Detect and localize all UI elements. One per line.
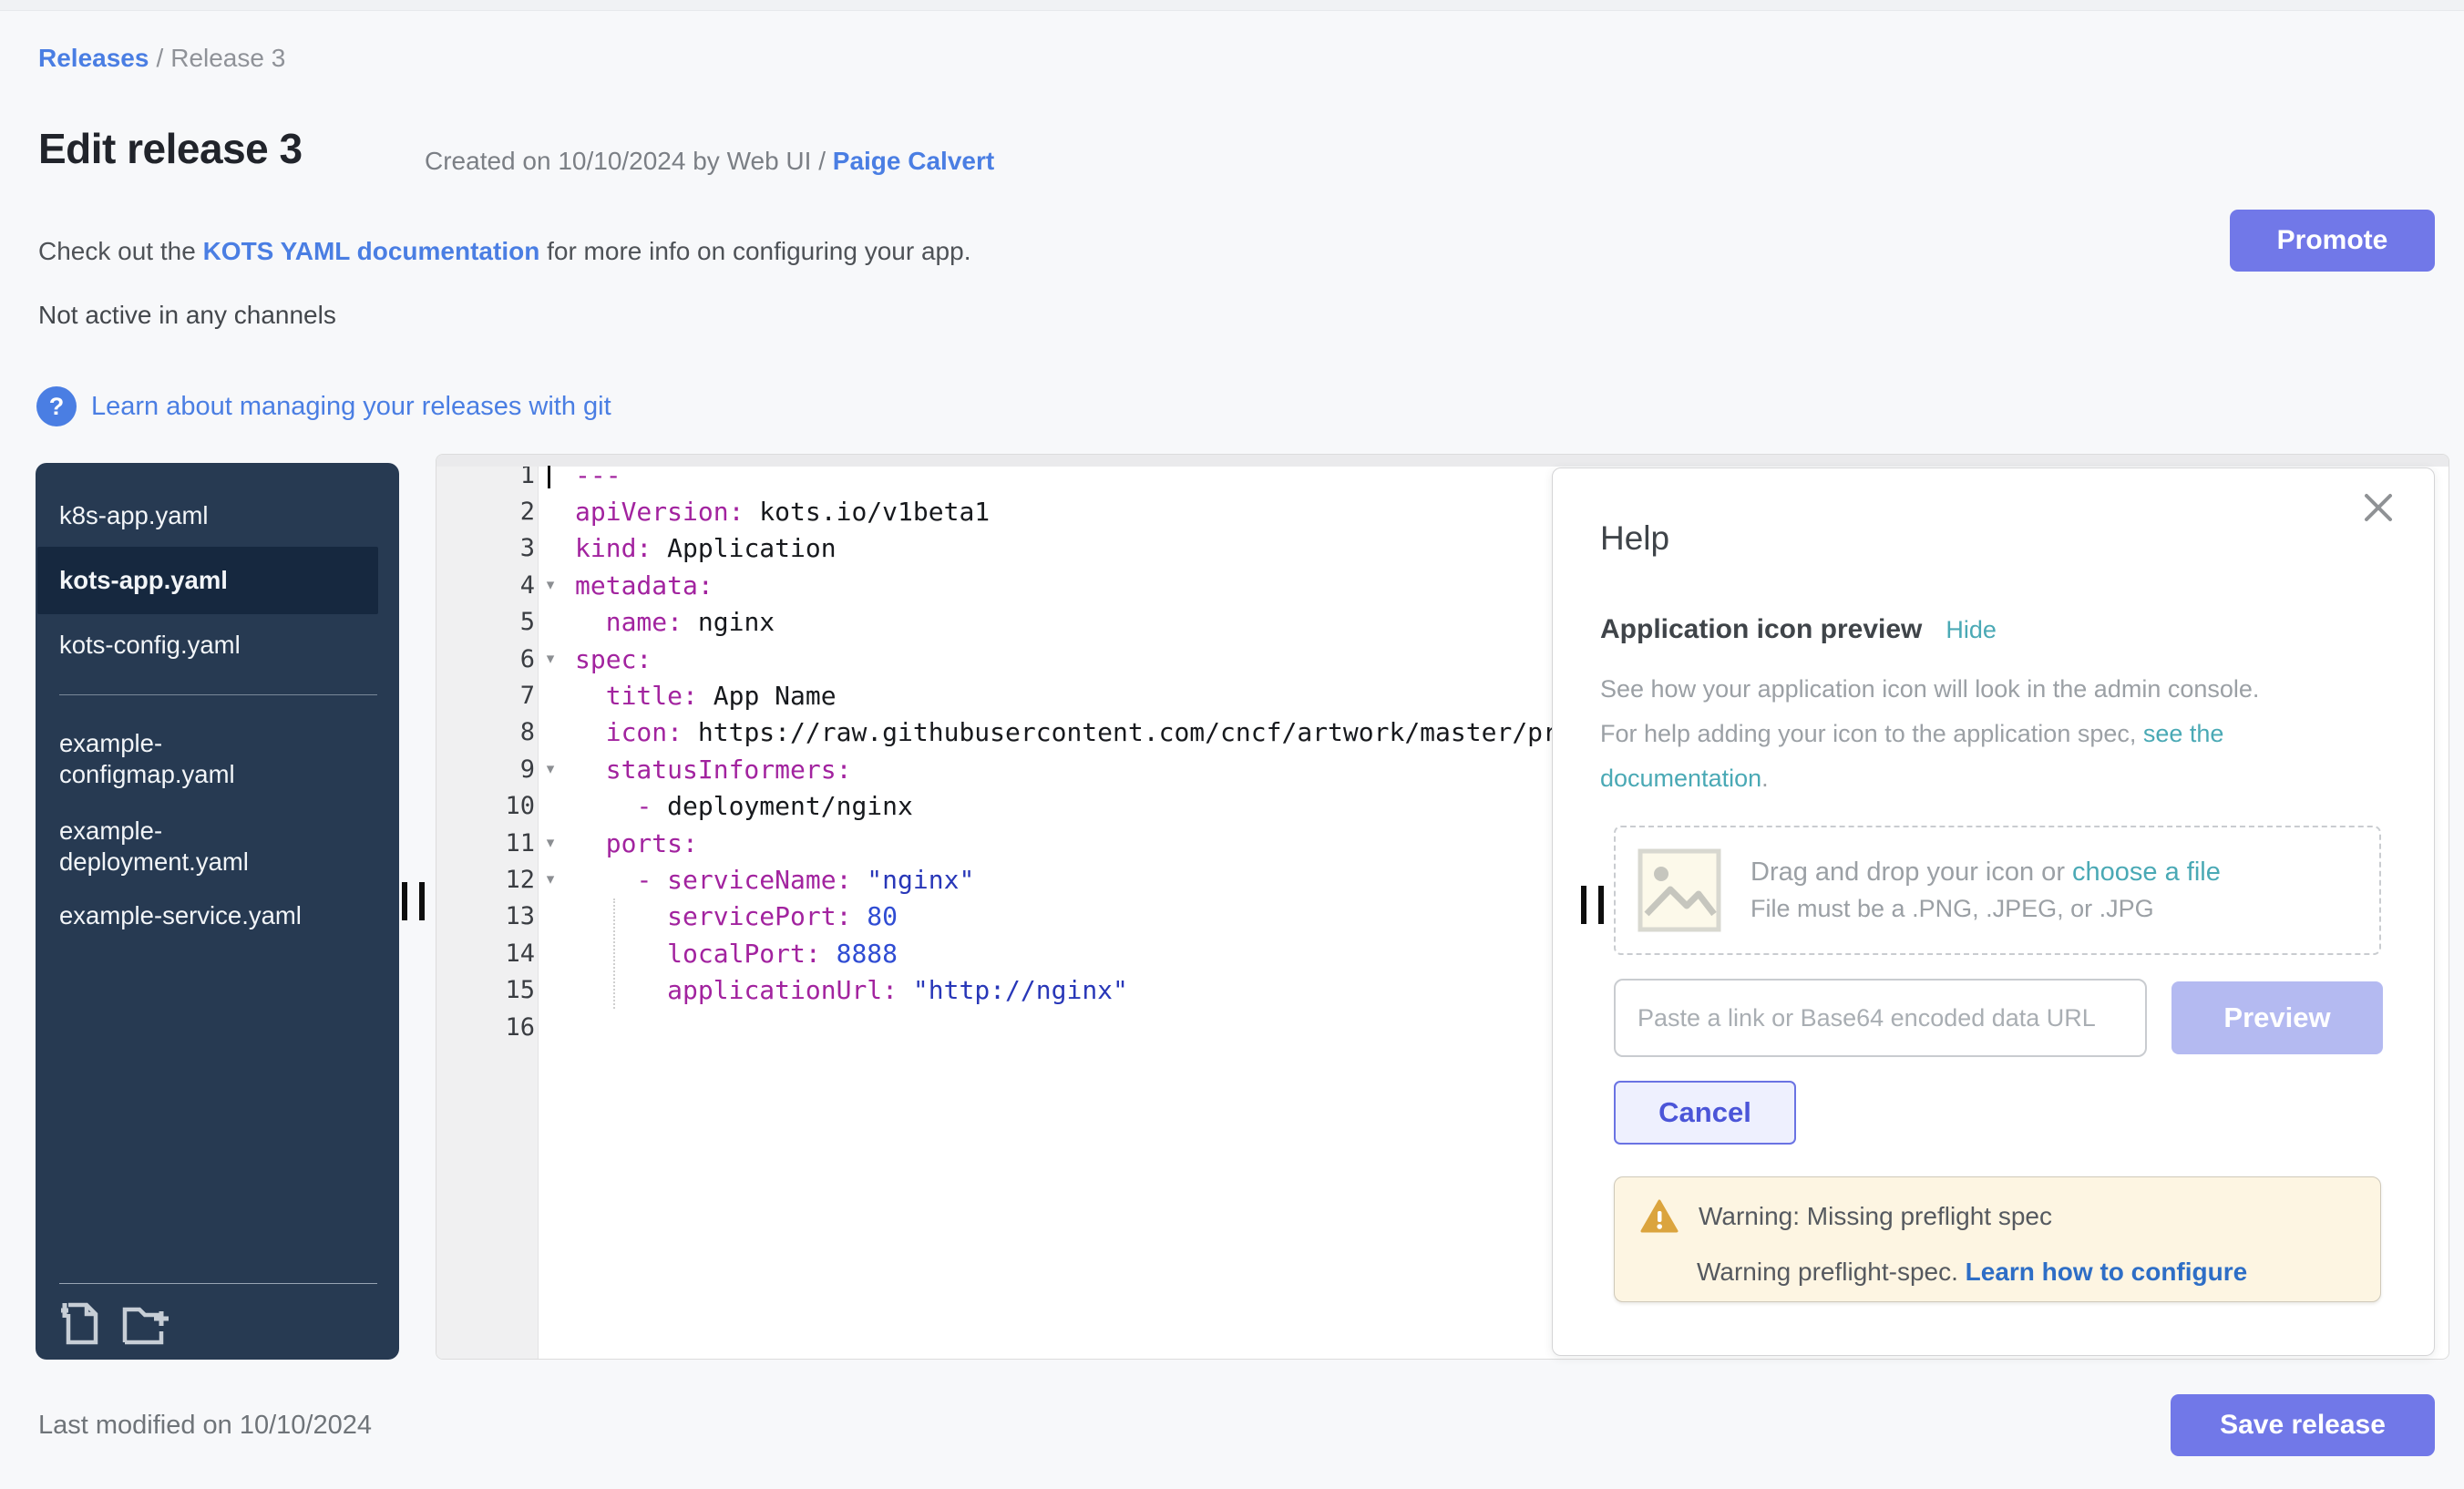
code-text: statusInformers: — [562, 755, 851, 785]
icon-dropzone[interactable]: Drag and drop your icon or choose a file… — [1614, 826, 2381, 955]
preview-button[interactable]: Preview — [2171, 981, 2383, 1054]
line-number: 4 — [520, 571, 535, 600]
breadcrumb-releases-link[interactable]: Releases — [38, 44, 149, 72]
top-strip — [0, 0, 2464, 11]
help-panel-resize-handle[interactable] — [1581, 886, 1604, 924]
file-item[interactable]: example- configmap.yaml — [59, 715, 377, 803]
created-text: Created on 10/10/2024 by Web UI / — [425, 147, 833, 175]
line-number: 5 — [520, 608, 535, 636]
breadcrumb-current: Release 3 — [170, 44, 285, 72]
choose-file-link[interactable]: choose a file — [2072, 857, 2221, 887]
breadcrumb: Releases/Release 3 — [38, 44, 285, 73]
code-text: - deployment/nginx — [562, 791, 913, 821]
fold-arrow-icon[interactable]: ▾ — [539, 576, 562, 594]
line-number: 16 — [505, 1013, 535, 1042]
created-line: Created on 10/10/2024 by Web UI / Paige … — [425, 147, 994, 176]
warning-body: Warning preflight-spec. — [1697, 1258, 1966, 1286]
hide-link[interactable]: Hide — [1946, 616, 1997, 644]
git-learn-link[interactable]: Learn about managing your releases with … — [91, 392, 611, 422]
desc-period: . — [1761, 765, 1769, 792]
line-number: 9 — [520, 755, 535, 784]
promote-button[interactable]: Promote — [2230, 210, 2435, 272]
line-number: 7 — [520, 682, 535, 710]
new-file-icon[interactable] — [59, 1301, 101, 1347]
line-number: 2 — [520, 498, 535, 526]
close-icon[interactable] — [2362, 491, 2395, 524]
code-text: metadata: — [562, 570, 714, 601]
save-release-button[interactable]: Save release — [2171, 1394, 2435, 1456]
fold-arrow-icon[interactable]: ▾ — [539, 834, 562, 852]
warning-configure-link[interactable]: Learn how to configure — [1966, 1258, 2248, 1286]
breadcrumb-separator: / — [156, 44, 163, 72]
doc-line: Check out the KOTS YAML documentation fo… — [38, 237, 970, 266]
code-text: - serviceName: "nginx" — [562, 865, 974, 895]
line-number: 3 — [520, 534, 535, 562]
code-text: icon: https://raw.githubusercontent.com/… — [562, 717, 1574, 747]
warning-icon — [1640, 1199, 1679, 1234]
icon-preview-description: See how your application icon will look … — [1600, 667, 2295, 801]
help-panel: Help Application icon preview Hide See h… — [1552, 467, 2435, 1356]
file-item[interactable]: example-service.yaml — [59, 890, 377, 941]
file-tree-panel: k8s-app.yaml kots-app.yaml kots-config.yam… — [36, 463, 399, 1360]
cancel-button[interactable]: Cancel — [1614, 1081, 1796, 1145]
git-help-row[interactable]: ? Learn about managing your releases wit… — [36, 386, 611, 426]
line-number: 11 — [505, 829, 535, 857]
text-cursor — [548, 466, 550, 488]
line-number: 8 — [520, 718, 535, 746]
kots-yaml-doc-link[interactable]: KOTS YAML documentation — [203, 237, 540, 265]
page-title: Edit release 3 — [38, 124, 303, 173]
doc-suffix: for more info on configuring your app. — [539, 237, 970, 265]
file-item[interactable]: kots-config.yaml — [59, 620, 377, 671]
warning-banner: Warning: Missing preflight spec Warning … — [1614, 1176, 2381, 1302]
fold-arrow-icon[interactable]: ▾ — [539, 650, 562, 668]
indent-guide — [613, 899, 615, 1009]
image-placeholder-icon — [1638, 848, 1721, 932]
code-text: ports: — [562, 828, 698, 858]
file-item[interactable]: example- deployment.yaml — [59, 803, 377, 890]
line-number: 6 — [520, 645, 535, 673]
line-number: 14 — [505, 940, 535, 968]
line-number: 10 — [505, 792, 535, 820]
editor-top-strip — [436, 455, 2449, 467]
code-text: kind: Application — [562, 533, 837, 563]
file-list-divider — [59, 694, 377, 695]
code-text: applicationUrl: "http://nginx" — [562, 975, 1128, 1005]
last-modified-text: Last modified on 10/10/2024 — [38, 1411, 372, 1441]
icon-url-input[interactable] — [1614, 979, 2147, 1057]
line-number: 13 — [505, 902, 535, 930]
code-text: title: App Name — [562, 681, 837, 711]
doc-prefix: Check out the — [38, 237, 203, 265]
file-list: k8s-app.yaml kots-app.yaml kots-config.yam… — [36, 463, 399, 941]
fold-arrow-icon[interactable]: ▾ — [539, 760, 562, 778]
file-item[interactable]: kots-app.yaml — [37, 547, 378, 614]
file-tree-resize-handle[interactable] — [402, 882, 425, 920]
code-text: spec: — [562, 644, 652, 674]
fold-arrow-icon[interactable]: ▾ — [539, 870, 562, 888]
dropzone-text: Drag and drop your icon or — [1750, 857, 2072, 887]
line-number: 15 — [505, 976, 535, 1004]
author-link[interactable]: Paige Calvert — [833, 147, 994, 175]
warning-title: Warning: Missing preflight spec — [1699, 1202, 2052, 1231]
channel-status: Not active in any channels — [38, 301, 336, 330]
new-folder-icon[interactable] — [121, 1302, 178, 1346]
code-text: name: nginx — [562, 607, 775, 637]
line-number: 12 — [505, 866, 535, 894]
question-icon: ? — [36, 386, 77, 426]
dropzone-filetypes: File must be a .PNG, .JPEG, or .JPG — [1750, 895, 2221, 923]
file-tree-actions — [59, 1283, 377, 1360]
help-panel-title: Help — [1600, 519, 1669, 558]
file-item[interactable]: k8s-app.yaml — [59, 490, 377, 541]
code-text: apiVersion: kots.io/v1beta1 — [562, 497, 990, 527]
icon-preview-section-title: Application icon preview — [1600, 614, 1922, 645]
